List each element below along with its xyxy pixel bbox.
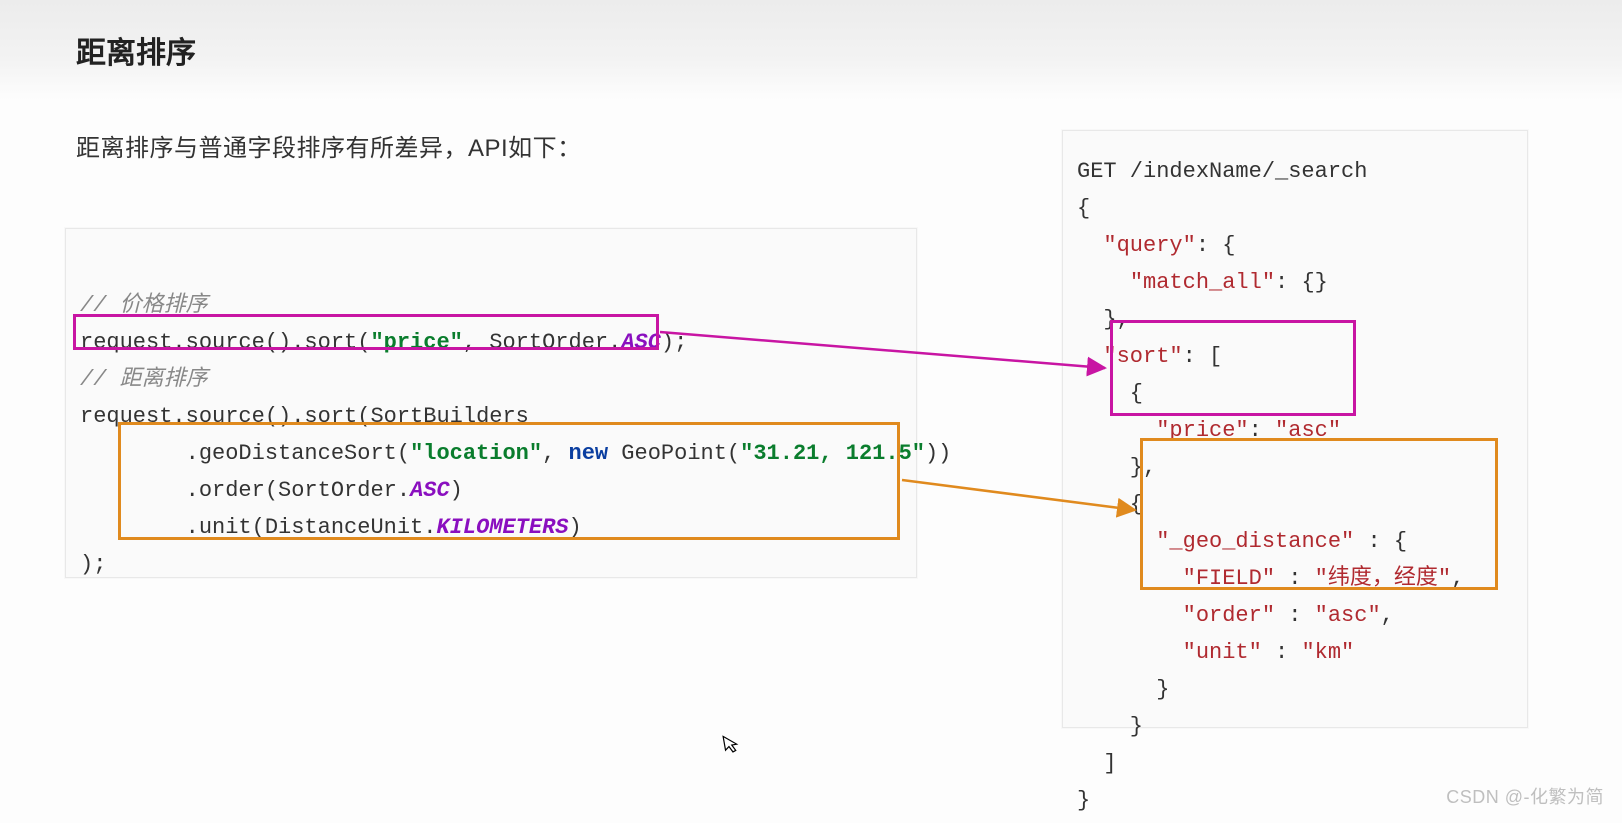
json-l1: GET /indexName/_search — [1077, 159, 1367, 184]
json-l15: } — [1077, 677, 1169, 702]
java-code-pane: // 价格排序 request.source().sort("price", S… — [65, 228, 917, 578]
json-l5: }, — [1077, 307, 1130, 332]
json-l9: }, — [1077, 455, 1156, 480]
page-subtitle: 距离排序与普通字段排序有所差异，API如下： — [76, 128, 582, 163]
json-l10: { — [1077, 492, 1143, 517]
line-unit: .unit(DistanceUnit.KILOMETERS) — [80, 515, 582, 540]
line-sortbuilders: request.source().sort(SortBuilders — [80, 404, 529, 429]
json-l7: { — [1077, 381, 1143, 406]
json-l12: "FIELD" : "纬度，经度", — [1077, 566, 1464, 591]
json-l14: "unit" : "km" — [1077, 640, 1354, 665]
json-l6: "sort": [ — [1077, 344, 1222, 369]
json-l4: "match_all": {} — [1077, 270, 1328, 295]
json-l17: ] — [1077, 751, 1117, 776]
line-price-sort: request.source().sort("price", SortOrder… — [80, 330, 687, 355]
json-l2: { — [1077, 196, 1090, 221]
watermark: CSDN @-化繁为简 — [1446, 783, 1604, 809]
json-l8: "price": "asc" — [1077, 418, 1341, 443]
json-l18: } — [1077, 788, 1090, 813]
json-l11: "_geo_distance" : { — [1077, 529, 1407, 554]
json-code-pane: GET /indexName/_search { "query": { "mat… — [1062, 130, 1528, 728]
json-l13: "order" : "asc", — [1077, 603, 1394, 628]
line-close: ); — [80, 552, 106, 577]
comment-distance: // 距离排序 — [80, 367, 208, 392]
header-band — [0, 0, 1622, 100]
comment-price: // 价格排序 — [80, 293, 208, 318]
json-l3: "query": { — [1077, 233, 1235, 258]
line-geodistancesort: .geoDistanceSort("location", new GeoPoin… — [80, 441, 951, 466]
page-title: 距离排序 — [76, 28, 196, 72]
json-l16: } — [1077, 714, 1143, 739]
json-code: GET /indexName/_search { "query": { "mat… — [1077, 153, 1513, 819]
line-order: .order(SortOrder.ASC) — [80, 478, 463, 503]
java-code: // 价格排序 request.source().sort("price", S… — [80, 287, 902, 583]
cursor-icon — [722, 733, 742, 760]
